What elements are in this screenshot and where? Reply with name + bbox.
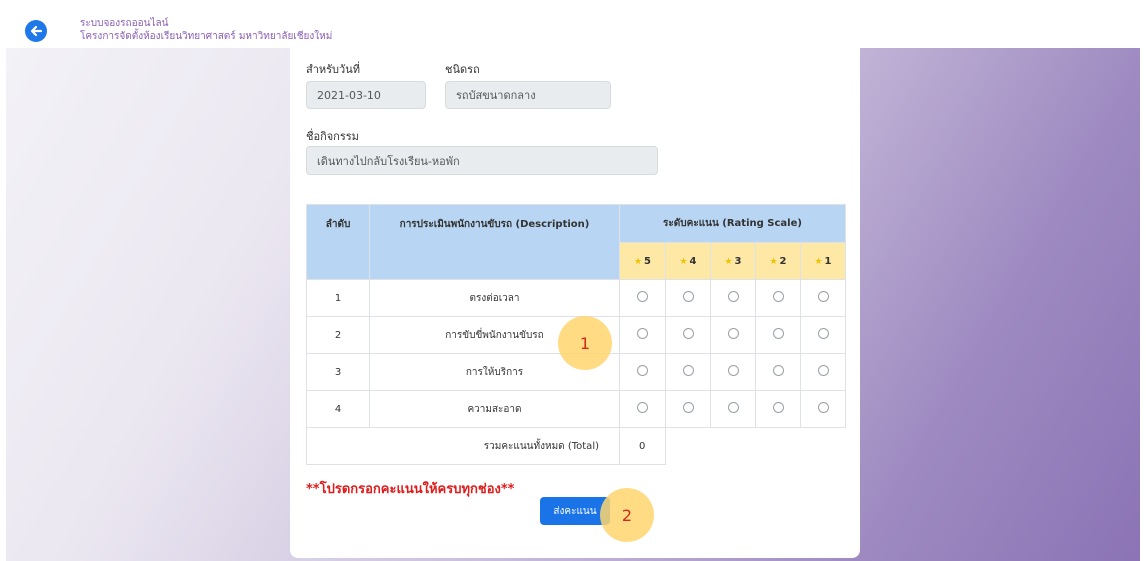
vehicle-field[interactable]: รถบัสขนาดกลาง xyxy=(445,81,611,109)
col-header-description: การประเมินพนักงานขับรถ (Description) xyxy=(369,204,620,280)
radio-rating-4[interactable] xyxy=(682,328,694,339)
scale-5: ★ 5 xyxy=(619,242,666,280)
radio-rating-2[interactable] xyxy=(772,291,784,302)
activity-label: ชื่อกิจกรรม xyxy=(306,130,359,143)
radio-rating-5[interactable] xyxy=(637,328,648,339)
radio-rating-3[interactable] xyxy=(727,402,739,413)
total-label: รวมคะแนนทั้งหมด (Total) xyxy=(306,427,620,465)
radio-rating-2[interactable] xyxy=(772,328,784,339)
right-border xyxy=(1140,48,1146,561)
step-marker-2: 2 xyxy=(600,488,654,542)
total-value: 0 xyxy=(619,427,666,465)
row-description: ตรงต่อเวลา xyxy=(369,279,620,317)
radio-rating-1[interactable] xyxy=(817,291,829,302)
arrow-left-icon xyxy=(30,25,43,37)
star-icon: ★ xyxy=(679,256,688,267)
col-header-no: ลำดับ xyxy=(306,204,370,280)
radio-rating-1[interactable] xyxy=(817,365,829,376)
date-label: สำหรับวันที่ xyxy=(306,63,360,76)
app-subtitle: โครงการจัดตั้งห้องเรียนวิทยาศาสตร์ มหาวิ… xyxy=(80,31,333,42)
radio-rating-2[interactable] xyxy=(772,402,784,413)
vehicle-label: ชนิดรถ xyxy=(445,63,480,76)
radio-rating-5[interactable] xyxy=(637,291,648,302)
star-icon: ★ xyxy=(814,256,823,267)
radio-rating-4[interactable] xyxy=(682,365,694,376)
scale-1: ★ 1 xyxy=(800,242,846,280)
radio-rating-1[interactable] xyxy=(817,402,829,413)
row-number: 1 xyxy=(306,279,370,317)
step-marker-1: 1 xyxy=(558,316,612,370)
radio-rating-2[interactable] xyxy=(772,365,784,376)
radio-rating-4[interactable] xyxy=(682,291,694,302)
scale-2: ★ 2 xyxy=(755,242,801,280)
radio-rating-1[interactable] xyxy=(817,328,829,339)
row-number: 2 xyxy=(306,316,370,354)
left-border xyxy=(0,48,6,561)
scale-3: ★ 3 xyxy=(710,242,756,280)
radio-rating-3[interactable] xyxy=(727,365,739,376)
activity-field[interactable]: เดินทางไปกลับโรงเรียน-หอพัก xyxy=(306,146,658,175)
table-row: 1 ตรงต่อเวลา xyxy=(306,279,846,317)
table-row: 4 ความสะอาด xyxy=(306,390,846,428)
star-icon: ★ xyxy=(769,256,778,267)
radio-rating-4[interactable] xyxy=(682,402,694,413)
row-number: 3 xyxy=(306,353,370,391)
star-icon: ★ xyxy=(724,256,733,267)
validation-warning: **โปรดกรอกคะแนนให้ครบทุกช่อง** xyxy=(306,482,515,497)
star-icon: ★ xyxy=(633,256,643,267)
back-button[interactable] xyxy=(25,20,47,42)
total-row: รวมคะแนนทั้งหมด (Total) 0 xyxy=(306,427,846,465)
radio-rating-3[interactable] xyxy=(727,291,739,302)
col-header-rating: ระดับคะแนน (Rating Scale) xyxy=(619,204,846,243)
radio-rating-5[interactable] xyxy=(637,402,648,413)
app-header: ระบบจองรถออนไลน์ โครงการจัดตั้งห้องเรียน… xyxy=(0,0,1146,49)
radio-rating-5[interactable] xyxy=(637,365,648,376)
scale-4: ★ 4 xyxy=(665,242,711,280)
row-description: ความสะอาด xyxy=(369,390,620,428)
date-field[interactable]: 2021-03-10 xyxy=(306,81,426,109)
radio-rating-3[interactable] xyxy=(727,328,739,339)
row-number: 4 xyxy=(306,390,370,428)
